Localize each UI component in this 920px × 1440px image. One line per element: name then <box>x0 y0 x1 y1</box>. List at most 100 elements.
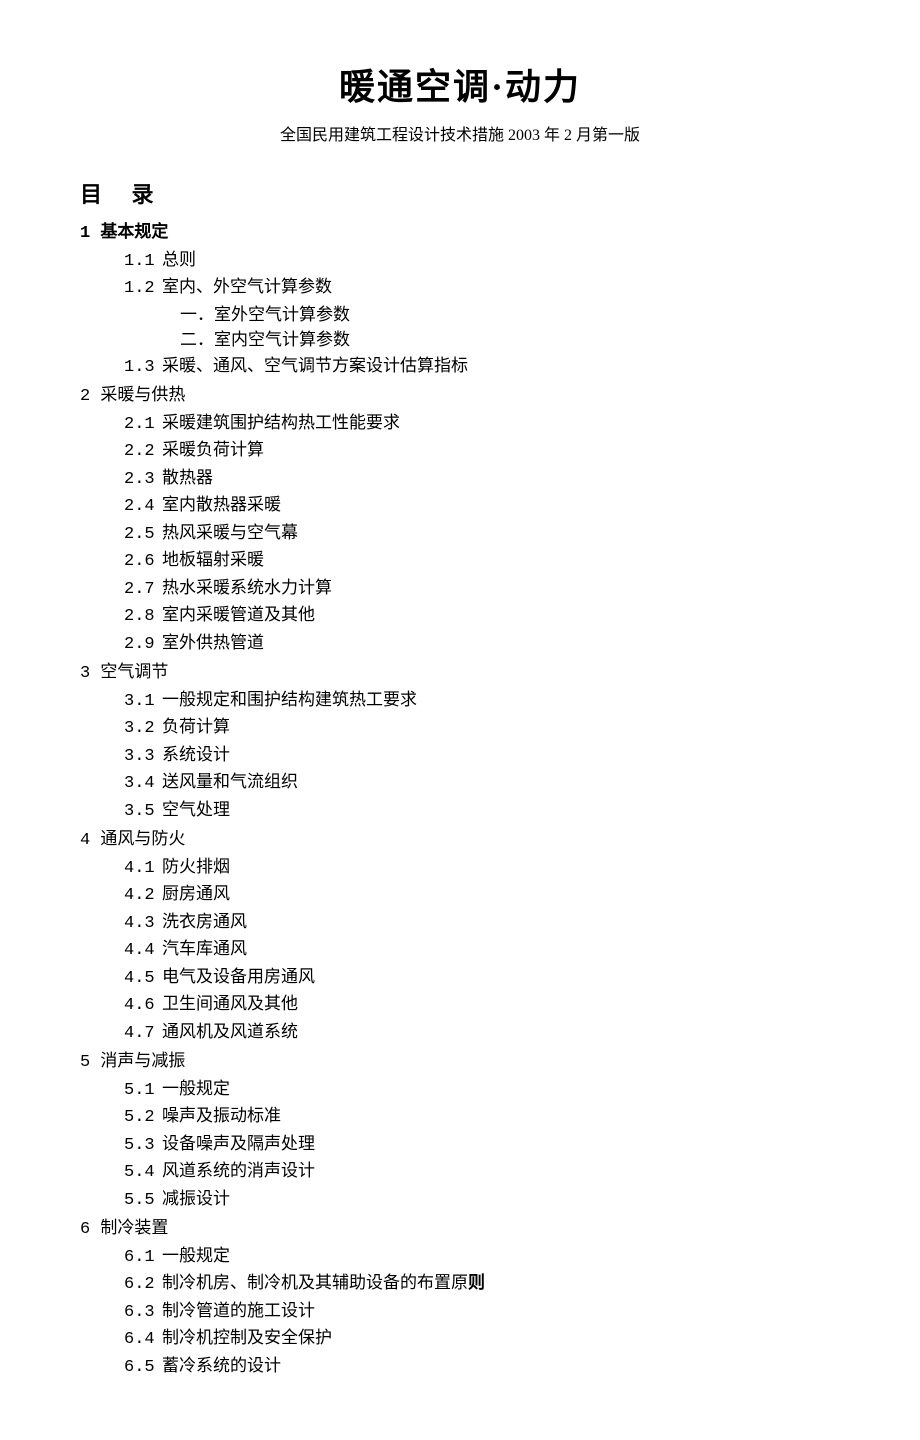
section-title: 制冷机控制及安全保护 <box>162 1328 332 1347</box>
subsection-entry: 二．室内空气计算参数 <box>180 327 840 353</box>
section-title: 地板辐射采暖 <box>162 550 264 569</box>
section-title: 洗衣房通风 <box>162 912 247 931</box>
section-title: 厨房通风 <box>162 884 230 903</box>
section-number: 4.4 <box>124 938 162 964</box>
section-number: 3.4 <box>124 771 162 797</box>
toc-heading: 目 录 <box>80 178 840 211</box>
section-title: 热水采暖系统水力计算 <box>162 578 332 597</box>
section-title: 系统设计 <box>162 745 230 764</box>
section-number: 5.4 <box>124 1160 162 1186</box>
section-entry: 3.2负荷计算 <box>124 714 840 742</box>
chapter-entry: 3 空气调节 <box>80 659 840 687</box>
subsection-number: 一． <box>180 305 214 324</box>
section-entry: 5.4风道系统的消声设计 <box>124 1158 840 1186</box>
chapter-title: 空气调节 <box>100 662 168 681</box>
section-entry: 2.7热水采暖系统水力计算 <box>124 575 840 603</box>
section-number: 4.6 <box>124 993 162 1019</box>
section-number: 4.3 <box>124 911 162 937</box>
section-title: 负荷计算 <box>162 717 230 736</box>
section-entry: 2.4室内散热器采暖 <box>124 492 840 520</box>
section-entry: 4.6卫生间通风及其他 <box>124 991 840 1019</box>
section-title: 室内采暖管道及其他 <box>162 605 315 624</box>
section-entry: 2.5热风采暖与空气幕 <box>124 520 840 548</box>
section-number: 6.1 <box>124 1245 162 1271</box>
section-number: 1.1 <box>124 249 162 275</box>
section-entry: 3.5空气处理 <box>124 797 840 825</box>
section-number: 3.5 <box>124 799 162 825</box>
chapter-number: 3 <box>80 664 100 683</box>
section-entry: 6.5蓄冷系统的设计 <box>124 1353 840 1381</box>
section-title: 总则 <box>162 250 196 269</box>
section-number: 2.9 <box>124 632 162 658</box>
section-entry: 5.2噪声及振动标准 <box>124 1103 840 1131</box>
section-number: 1.3 <box>124 355 162 381</box>
section-title: 采暖建筑围护结构热工性能要求 <box>162 413 400 432</box>
section-entry: 2.9室外供热管道 <box>124 630 840 658</box>
section-entry: 2.1采暖建筑围护结构热工性能要求 <box>124 410 840 438</box>
chapter-title: 通风与防火 <box>100 829 185 848</box>
section-title: 卫生间通风及其他 <box>162 994 298 1013</box>
table-of-contents: 1 基本规定1.1总则1.2室内、外空气计算参数一．室外空气计算参数二．室内空气… <box>80 219 840 1380</box>
section-title: 设备噪声及隔声处理 <box>162 1134 315 1153</box>
section-number: 3.2 <box>124 716 162 742</box>
subsection-title: 室外空气计算参数 <box>214 305 350 324</box>
section-entry: 4.1防火排烟 <box>124 854 840 882</box>
section-number: 5.3 <box>124 1133 162 1159</box>
section-entry: 1.1总则 <box>124 247 840 275</box>
section-title: 电气及设备用房通风 <box>162 967 315 986</box>
section-title: 采暖负荷计算 <box>162 440 264 459</box>
section-entry: 2.8室内采暖管道及其他 <box>124 602 840 630</box>
section-entry: 5.5减振设计 <box>124 1186 840 1214</box>
section-title: 室内散热器采暖 <box>162 495 281 514</box>
section-title: 一般规定 <box>162 1079 230 1098</box>
chapter-entry: 1 基本规定 <box>80 219 840 247</box>
section-number: 5.1 <box>124 1078 162 1104</box>
section-title: 风道系统的消声设计 <box>162 1161 315 1180</box>
section-number: 5.2 <box>124 1105 162 1131</box>
section-entry: 4.7通风机及风道系统 <box>124 1019 840 1047</box>
chapter-number: 2 <box>80 387 100 406</box>
section-entry: 5.3设备噪声及隔声处理 <box>124 1131 840 1159</box>
section-title: 室外供热管道 <box>162 633 264 652</box>
section-title: 空气处理 <box>162 800 230 819</box>
section-title: 一般规定和围护结构建筑热工要求 <box>162 690 417 709</box>
section-entry: 6.1一般规定 <box>124 1243 840 1271</box>
section-entry: 3.4送风量和气流组织 <box>124 769 840 797</box>
section-entry: 1.2室内、外空气计算参数 <box>124 274 840 302</box>
section-number: 6.4 <box>124 1327 162 1353</box>
section-title: 制冷管道的施工设计 <box>162 1301 315 1320</box>
section-number: 3.3 <box>124 744 162 770</box>
section-number: 2.4 <box>124 494 162 520</box>
chapter-title: 制冷装置 <box>100 1218 168 1237</box>
section-title-bold: 则 <box>468 1273 485 1292</box>
section-entry: 6.4制冷机控制及安全保护 <box>124 1325 840 1353</box>
subsection-title: 室内空气计算参数 <box>214 330 350 349</box>
section-title: 减振设计 <box>162 1189 230 1208</box>
chapter-number: 4 <box>80 831 100 850</box>
section-entry: 2.6地板辐射采暖 <box>124 547 840 575</box>
chapter-entry: 6 制冷装置 <box>80 1215 840 1243</box>
section-entry: 4.3洗衣房通风 <box>124 909 840 937</box>
section-entry: 2.2采暖负荷计算 <box>124 437 840 465</box>
document-title: 暖通空调·动力 <box>80 60 840 114</box>
section-entry: 5.1一般规定 <box>124 1076 840 1104</box>
section-entry: 2.3散热器 <box>124 465 840 493</box>
chapter-entry: 4 通风与防火 <box>80 826 840 854</box>
chapter-entry: 2 采暖与供热 <box>80 382 840 410</box>
section-title: 汽车库通风 <box>162 939 247 958</box>
section-entry: 3.1一般规定和围护结构建筑热工要求 <box>124 687 840 715</box>
section-entry: 4.4汽车库通风 <box>124 936 840 964</box>
section-title: 采暖、通风、空气调节方案设计估算指标 <box>162 356 468 375</box>
chapter-title: 采暖与供热 <box>100 385 185 404</box>
section-number: 2.6 <box>124 549 162 575</box>
section-title: 防火排烟 <box>162 857 230 876</box>
section-title: 噪声及振动标准 <box>162 1106 281 1125</box>
section-number: 2.7 <box>124 577 162 603</box>
section-title: 蓄冷系统的设计 <box>162 1356 281 1375</box>
section-entry: 4.5电气及设备用房通风 <box>124 964 840 992</box>
section-number: 2.2 <box>124 439 162 465</box>
chapter-number: 6 <box>80 1220 100 1239</box>
section-entry: 4.2厨房通风 <box>124 881 840 909</box>
section-title: 通风机及风道系统 <box>162 1022 298 1041</box>
section-title: 送风量和气流组织 <box>162 772 298 791</box>
